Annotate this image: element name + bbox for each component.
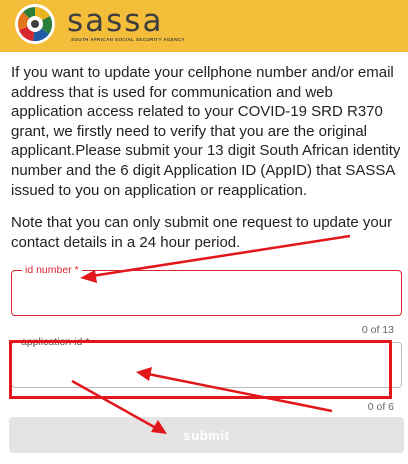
application-id-label: application id * xyxy=(18,335,93,349)
id-number-input[interactable] xyxy=(24,283,388,307)
logo-subtitle: SOUTH AFRICAN SOCIAL SECURITY AGENCY xyxy=(71,37,185,42)
application-id-input[interactable] xyxy=(24,355,388,379)
sassa-logo-icon xyxy=(15,4,55,44)
application-id-counter: 0 of 6 xyxy=(367,401,394,413)
note-paragraph: Note that you can only submit one reques… xyxy=(11,214,393,251)
header-bar: sassa SOUTH AFRICAN SOCIAL SECURITY AGEN… xyxy=(0,0,408,52)
intro-paragraph: If you want to update your cellphone num… xyxy=(11,64,401,199)
id-number-label: id number * xyxy=(22,263,82,277)
id-number-counter: 0 of 13 xyxy=(361,324,394,336)
application-id-field[interactable]: application id * xyxy=(11,335,402,388)
logo-text: sassa xyxy=(67,3,164,39)
id-number-field[interactable]: id number * xyxy=(11,263,402,316)
submit-button[interactable]: submit xyxy=(9,417,404,453)
